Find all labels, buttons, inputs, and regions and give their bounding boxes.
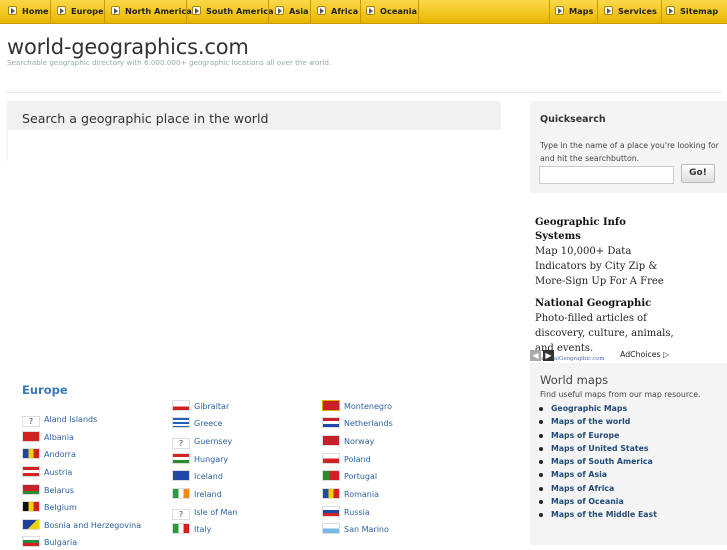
maps-link[interactable]: Maps of the world: [538, 417, 630, 426]
country-link[interactable]: Gibraltar: [172, 400, 229, 414]
maps-link[interactable]: Maps of South America: [539, 457, 653, 466]
arrow-icon: [275, 6, 284, 15]
country-link[interactable]: Romania: [322, 488, 379, 502]
go-button[interactable]: Go!: [681, 164, 715, 183]
country-link[interactable]: Austria: [22, 466, 72, 480]
arrow-icon: [111, 6, 120, 15]
section-title-europe: Europe: [22, 383, 68, 397]
country-link[interactable]: Bosnia and Herzegovina: [22, 519, 141, 533]
quicksearch-title: Quicksearch: [540, 114, 606, 125]
page-heading: Search a geographic place in the world: [22, 111, 269, 126]
nav-south-america[interactable]: South America: [192, 0, 274, 23]
nav-north-america[interactable]: North America: [111, 0, 192, 23]
site-title[interactable]: world-geographics.com: [7, 35, 249, 59]
ireland-flag-icon: [172, 488, 190, 499]
country-link[interactable]: Albania: [22, 431, 74, 445]
divider: [7, 92, 721, 93]
arrow-icon: [8, 6, 17, 15]
bulgaria-flag-icon: [22, 536, 40, 547]
belarus-flag-icon: [22, 484, 40, 495]
next-arrow-icon[interactable]: ▶: [543, 350, 554, 361]
nav-europe[interactable]: Europe: [57, 0, 104, 23]
ad-block: Geographic Info Systems Map 10,000+ Data…: [535, 216, 675, 363]
world-maps-title: World maps: [540, 373, 609, 387]
iceland-flag-icon: [172, 470, 190, 481]
country-link[interactable]: Netherlands: [322, 417, 393, 431]
question-flag-icon: ?: [22, 416, 40, 427]
netherlands-flag-icon: [322, 417, 340, 428]
belgium-flag-icon: [22, 501, 40, 512]
question-flag-icon: ?: [172, 509, 190, 520]
country-link[interactable]: Ireland: [172, 488, 222, 502]
gibraltar-flag-icon: [172, 400, 190, 411]
nav-home[interactable]: Home: [8, 0, 49, 23]
italy-flag-icon: [172, 523, 190, 534]
albania-flag-icon: [22, 431, 40, 442]
adchoices-link[interactable]: AdChoices ▷: [620, 350, 669, 359]
arrow-icon: [57, 6, 66, 15]
hungary-flag-icon: [172, 453, 190, 464]
country-link[interactable]: ? Guernsey: [172, 435, 232, 449]
country-link[interactable]: Iceland: [172, 470, 223, 484]
maps-link[interactable]: Maps of Europe: [538, 431, 619, 440]
arrow-icon: [366, 6, 375, 15]
nav-sitemap[interactable]: Sitemap: [666, 0, 718, 23]
arrow-icon: [604, 6, 613, 15]
andorra-flag-icon: [22, 448, 40, 459]
country-link[interactable]: Hungary: [172, 453, 228, 467]
poland-flag-icon: [322, 453, 340, 464]
country-link[interactable]: Bulgaria: [22, 536, 77, 550]
ad-title[interactable]: Geographic Info Systems: [535, 216, 675, 244]
world-map[interactable]: [8, 130, 502, 368]
maps-link[interactable]: Maps of Asia: [538, 470, 607, 479]
world-maps-subtitle: Find useful maps from our map resource.: [540, 390, 701, 399]
country-link[interactable]: ? Aland Islands: [22, 413, 97, 427]
country-link[interactable]: Montenegro: [322, 400, 392, 414]
country-link[interactable]: Portugal: [322, 470, 377, 484]
greece-flag-icon: [172, 417, 190, 428]
country-link[interactable]: Italy: [172, 523, 211, 537]
question-flag-icon: ?: [172, 438, 190, 449]
maps-link[interactable]: Maps of Oceania: [539, 497, 624, 506]
arrow-icon: [317, 6, 326, 15]
country-link[interactable]: Russia: [322, 506, 370, 520]
maps-link[interactable]: Maps of United States: [539, 444, 649, 453]
maps-link[interactable]: Maps of the Middle East: [539, 510, 657, 519]
country-link[interactable]: Belgium: [22, 501, 77, 515]
san-marino-flag-icon: [322, 523, 340, 534]
country-link[interactable]: Andorra: [22, 448, 76, 462]
country-link[interactable]: Belarus: [22, 484, 74, 498]
nav-maps[interactable]: Maps: [555, 0, 593, 23]
maps-link[interactable]: Geographic Maps: [538, 404, 627, 413]
russia-flag-icon: [322, 506, 340, 517]
nav-services[interactable]: Services: [604, 0, 657, 23]
portugal-flag-icon: [322, 470, 340, 481]
ad-body: Map 10,000+ Data Indicators by City Zip …: [535, 246, 664, 287]
nav-oceania[interactable]: Oceania: [366, 0, 417, 23]
prev-arrow-icon[interactable]: ◀: [530, 350, 541, 361]
search-input[interactable]: [539, 166, 674, 184]
nav-africa[interactable]: Africa: [317, 0, 358, 23]
ad-title[interactable]: National Geographic: [535, 297, 675, 311]
arrow-icon: [666, 6, 675, 15]
nav-asia[interactable]: Asia: [275, 0, 309, 23]
montenegro-flag-icon: [322, 400, 340, 411]
site-tagline: Searchable geographic directory with 6.0…: [7, 58, 332, 67]
austria-flag-icon: [22, 466, 40, 477]
romania-flag-icon: [322, 488, 340, 499]
country-link[interactable]: Poland: [322, 453, 371, 467]
country-link[interactable]: ? Isle of Man: [172, 506, 237, 520]
country-link[interactable]: Greece: [172, 417, 222, 431]
arrow-icon: [192, 6, 201, 15]
country-link[interactable]: San Marino: [322, 523, 389, 537]
quicksearch-instructions: Type in the name of a place you're looki…: [540, 141, 719, 163]
country-link[interactable]: Norway: [322, 435, 374, 449]
norway-flag-icon: [322, 435, 340, 446]
bosnia-flag-icon: [22, 519, 40, 530]
top-navigation: Home Europe North America South America …: [0, 0, 727, 24]
arrow-icon: [555, 6, 564, 15]
maps-link[interactable]: Maps of Africa: [538, 484, 614, 493]
